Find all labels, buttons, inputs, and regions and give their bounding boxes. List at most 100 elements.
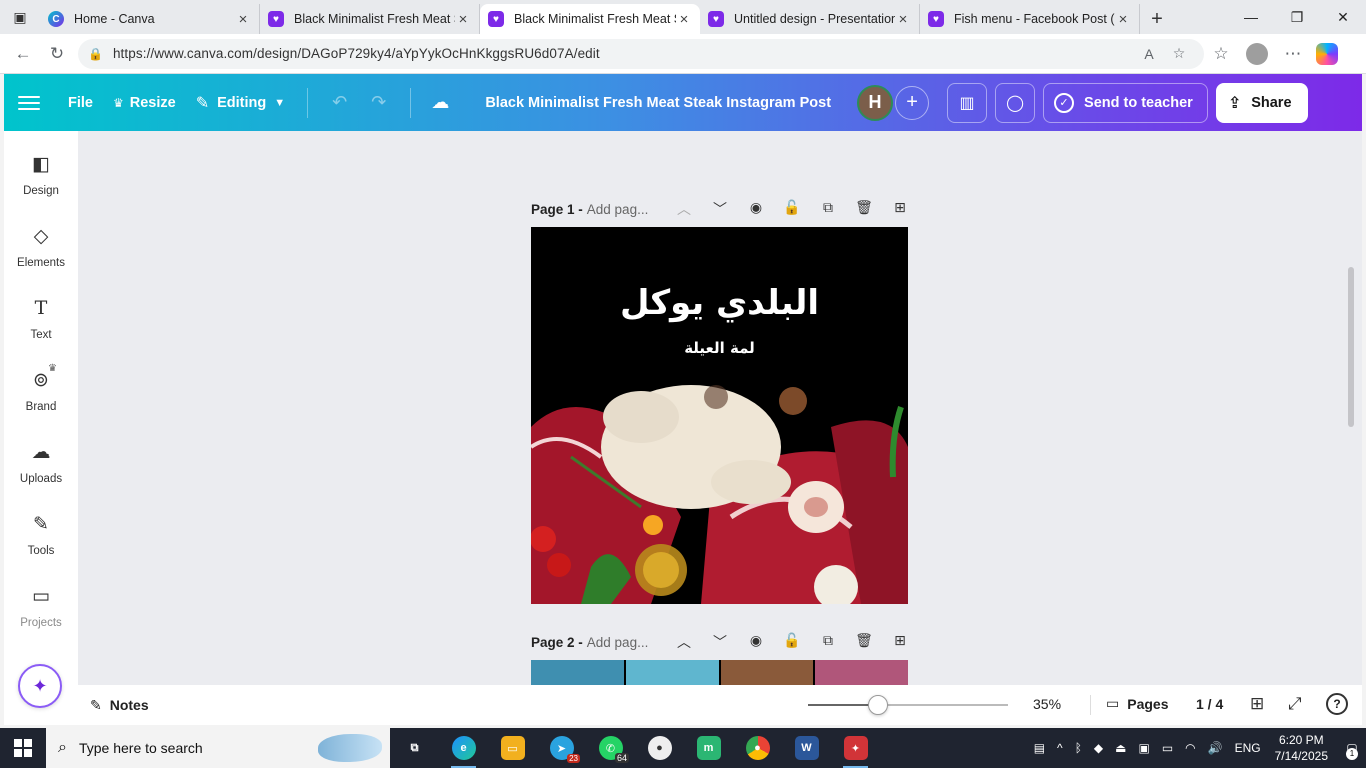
profile-avatar[interactable] <box>1246 42 1268 65</box>
meat-food-image[interactable] <box>531 367 908 604</box>
hide-page-icon[interactable]: ◉ <box>745 632 767 652</box>
chevron-up-icon[interactable]: ^ <box>1057 741 1063 755</box>
tray-app-icon[interactable]: ▣ <box>1138 741 1149 755</box>
editing-mode-button[interactable]: ✎ Editing ▼ <box>186 83 295 123</box>
reload-icon[interactable]: ↻ <box>40 39 74 69</box>
close-window-icon[interactable]: ✕ <box>1320 0 1366 34</box>
chrome-icon[interactable]: ● <box>733 728 782 768</box>
clock[interactable]: 6:20 PM 7/14/2025 <box>1275 732 1328 764</box>
favorites-icon[interactable]: ☆ <box>1204 39 1238 69</box>
telegram-icon[interactable]: ➤ 23 <box>537 728 586 768</box>
file-menu-button[interactable]: File <box>58 83 103 123</box>
wifi-icon[interactable]: ◠ <box>1185 741 1195 755</box>
mostaql-app-icon[interactable]: m <box>684 728 733 768</box>
browser-tab[interactable]: ♥ Black Minimalist Fresh Meat St × <box>260 4 480 34</box>
help-icon[interactable]: ? <box>1326 693 1348 715</box>
duplicate-page-icon[interactable]: ⧉ <box>817 199 839 219</box>
app-icon[interactable]: ✦ <box>831 728 880 768</box>
news-widget-icon[interactable]: ▤ <box>1034 741 1045 755</box>
add-page-icon[interactable]: ⊞ <box>889 632 911 652</box>
close-icon[interactable]: × <box>1115 11 1131 28</box>
lock-icon[interactable]: 🔓 <box>781 632 803 652</box>
delete-page-icon[interactable]: 🗑 <box>853 199 875 219</box>
add-page-icon[interactable]: ⊞ <box>889 199 911 219</box>
design-headline[interactable]: البلدي يوكل <box>531 283 908 323</box>
undo-icon[interactable]: ↶ <box>320 92 359 113</box>
chevron-down-icon[interactable]: ﹀ <box>709 632 731 652</box>
sidebar-item-projects[interactable]: ▭ Projects <box>4 585 78 629</box>
task-view-icon[interactable]: ⧉ <box>390 728 439 768</box>
design-subheadline[interactable]: لمة العيلة <box>531 339 908 357</box>
close-icon[interactable]: × <box>676 11 692 28</box>
grid-view-icon[interactable]: ⊞ <box>1250 694 1264 714</box>
sidebar-item-text[interactable]: T Text <box>4 297 78 341</box>
sidebar-item-design[interactable]: ◧ Design <box>4 153 78 197</box>
add-collaborator-button[interactable]: + <box>895 85 930 120</box>
tab-actions-icon[interactable]: ▣ <box>0 0 40 34</box>
file-explorer-icon[interactable]: ▭ <box>488 728 537 768</box>
duplicate-page-icon[interactable]: ⧉ <box>817 632 839 652</box>
chevron-down-icon[interactable]: ﹀ <box>709 199 731 219</box>
cloud-saved-icon[interactable]: ☁ <box>423 92 457 113</box>
browser-tab[interactable]: ♥ Untitled design - Presentation × <box>700 4 920 34</box>
minimize-icon[interactable]: — <box>1228 0 1274 34</box>
sidebar-item-uploads[interactable]: ☁ Uploads <box>4 441 78 485</box>
redo-icon[interactable]: ↷ <box>359 92 398 113</box>
back-icon[interactable]: ← <box>6 39 40 69</box>
insights-chart-icon[interactable]: ▥ <box>947 82 988 123</box>
zoom-slider-handle[interactable] <box>868 695 888 715</box>
read-aloud-icon[interactable]: A <box>1134 46 1164 62</box>
zoom-slider[interactable] <box>808 695 1008 715</box>
browser-tab[interactable]: C Home - Canva × <box>40 4 260 34</box>
close-icon[interactable]: × <box>455 11 471 28</box>
magic-assistant-button[interactable]: ✦ <box>18 664 62 708</box>
fullscreen-icon[interactable]: ⤢ <box>1288 694 1302 714</box>
add-page-title-field[interactable]: Add pag... <box>587 202 649 217</box>
send-to-teacher-button[interactable]: ✓ Send to teacher <box>1043 82 1208 123</box>
copilot-icon[interactable] <box>1316 42 1338 65</box>
lock-icon[interactable]: 🔓 <box>781 199 803 219</box>
editor-canvas[interactable]: Page 1 - Add pag... ︿ ﹀ ◉ 🔓 ⧉ 🗑 ⊞ البلدي… <box>78 131 1362 685</box>
browser-tab-active[interactable]: ♥ Black Minimalist Fresh Meat St × <box>480 4 700 34</box>
language-indicator[interactable]: ENG <box>1235 741 1261 755</box>
resize-button[interactable]: ♛ Resize <box>103 83 186 123</box>
more-menu-icon[interactable]: ⋯ <box>1276 39 1310 69</box>
chevron-up-icon[interactable]: ︿ <box>673 199 695 219</box>
canvas-scrollbar[interactable] <box>1348 267 1354 427</box>
tray-app-icon[interactable]: ◆ <box>1094 741 1103 755</box>
chevron-up-icon[interactable]: ︿ <box>673 632 695 652</box>
word-icon[interactable]: W <box>782 728 831 768</box>
address-bar[interactable]: 🔒 https://www.canva.com/design/DAGoP729k… <box>78 38 1204 69</box>
new-tab-button[interactable]: + <box>1140 4 1174 34</box>
sidebar-item-brand[interactable]: ♛ ⊚ Brand <box>4 363 78 413</box>
close-icon[interactable]: × <box>895 11 911 28</box>
hide-page-icon[interactable]: ◉ <box>745 199 767 219</box>
bluetooth-icon[interactable]: ᛒ <box>1075 741 1082 755</box>
volume-icon[interactable]: 🔊 <box>1208 741 1223 755</box>
favorite-star-icon[interactable]: ☆ <box>1164 45 1194 62</box>
comment-icon[interactable]: ◯ <box>995 82 1036 123</box>
whatsapp-icon[interactable]: ✆ 64 <box>586 728 635 768</box>
notification-center-icon[interactable]: ▢ 1 <box>1338 728 1366 768</box>
add-page-title-field[interactable]: Add pag... <box>587 635 649 650</box>
sidebar-item-tools[interactable]: ✎ Tools <box>4 513 78 557</box>
browser-tab[interactable]: ♥ Fish menu - Facebook Post (Sc × <box>920 4 1140 34</box>
design-page-2[interactable] <box>531 660 908 685</box>
document-title[interactable]: Black Minimalist Fresh Meat Steak Instag… <box>485 95 831 111</box>
usb-icon[interactable]: ⏏ <box>1115 741 1126 755</box>
restore-icon[interactable]: ❐ <box>1274 0 1320 34</box>
site-info-icon[interactable]: 🔒 <box>88 47 103 61</box>
user-avatar[interactable]: H <box>857 84 894 121</box>
hamburger-menu-icon[interactable] <box>18 95 40 110</box>
pages-button[interactable]: ▭ Pages <box>1106 695 1168 712</box>
windows-start-button[interactable] <box>0 728 46 768</box>
share-button[interactable]: ⇪ Share <box>1215 82 1308 123</box>
taskbar-search[interactable]: ⌕ Type here to search <box>46 728 390 768</box>
design-page-1[interactable]: البلدي يوكل لمة العيلة <box>531 227 908 604</box>
edge-browser-icon[interactable]: e <box>439 728 488 768</box>
media-app-icon[interactable]: ● <box>635 728 684 768</box>
zoom-percentage[interactable]: 35% <box>1033 696 1061 712</box>
notes-button[interactable]: ✎ Notes <box>90 697 149 714</box>
battery-icon[interactable]: ▭ <box>1162 741 1173 755</box>
close-icon[interactable]: × <box>235 11 251 28</box>
